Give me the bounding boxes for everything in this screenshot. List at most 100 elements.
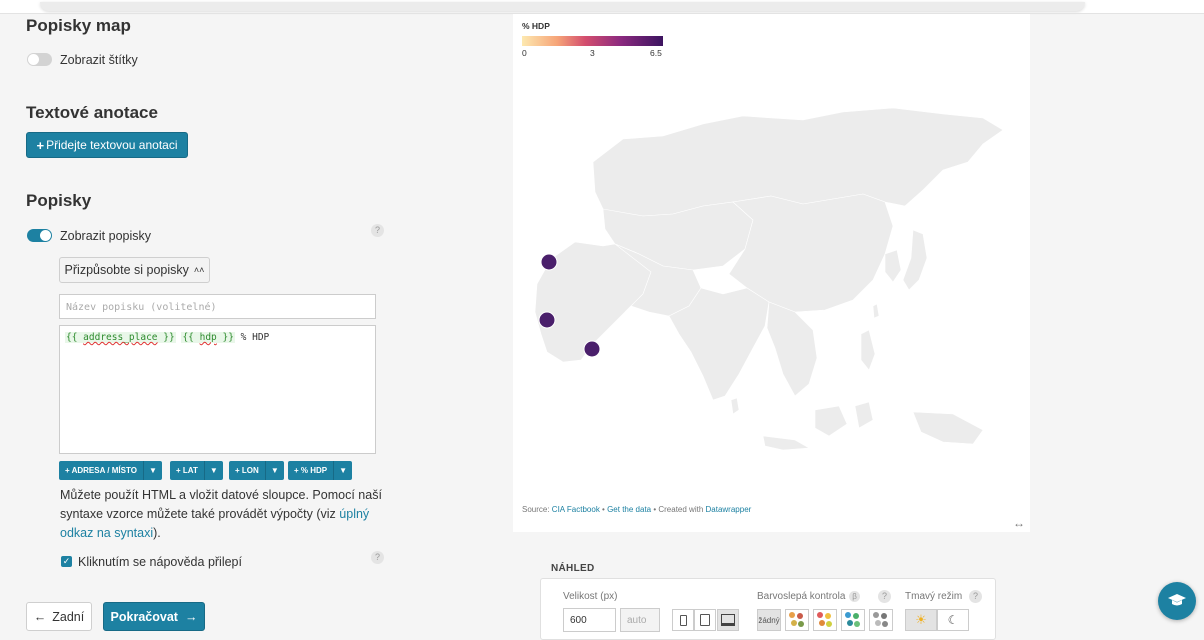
insert-address-label: + ADRESA / MÍSTO [59, 461, 143, 480]
add-text-annotation-button[interactable]: + Přidejte textovou anotaci [26, 132, 188, 158]
light-mode-button[interactable]: ☀ [905, 609, 937, 631]
source-link[interactable]: CIA Factbook [552, 505, 600, 514]
template-token: {{ hdp }} [181, 332, 235, 343]
insert-lon-label: + LON [229, 461, 265, 480]
tooltips-heading: Popisky [26, 191, 92, 210]
mobile-view-button[interactable] [672, 609, 694, 631]
colorblind-dots-icon [873, 612, 889, 628]
sun-icon: ☀ [915, 612, 927, 627]
colorblind-dots-icon [789, 612, 805, 628]
map-marker[interactable] [538, 311, 556, 329]
show-labels-label: Zobrazit štítky [60, 53, 138, 67]
continue-button[interactable]: Pokračovat → [103, 602, 205, 631]
insert-hdp-label: + % HDP [288, 461, 334, 480]
help-center-button[interactable] [1158, 582, 1196, 620]
help-icon[interactable]: ? [371, 551, 384, 564]
map-marker[interactable] [583, 340, 601, 358]
back-button[interactable]: ← Zadní [26, 602, 92, 631]
tablet-view-button[interactable] [694, 609, 716, 631]
region-southeast-asia [766, 301, 818, 397]
insert-lon-button[interactable]: + LON ▼ [229, 461, 284, 480]
preview-heading: NÁHLED [551, 563, 595, 574]
created-with-text: Created with [658, 505, 706, 514]
dark-mode-button[interactable]: ☾ [937, 609, 969, 631]
graduation-cap-icon [1168, 594, 1186, 606]
insert-lat-button[interactable]: + LAT ▼ [170, 461, 223, 480]
desktop-view-button[interactable] [717, 609, 739, 631]
caret-down-icon[interactable]: ▼ [264, 461, 284, 480]
colorblind-dots-icon [817, 612, 833, 628]
moon-icon: ☾ [947, 613, 959, 627]
add-text-annotation-label: Přidejte textovou anotaci [46, 138, 178, 152]
tooltip-body-editor[interactable]: {{ address_place }} {{ hdp }} % HDP [59, 325, 376, 454]
datawrapper-link[interactable]: Datawrapper [706, 505, 752, 514]
size-label: Velikost (px) [563, 591, 618, 602]
phone-icon [679, 614, 687, 626]
asia-map [534, 107, 1004, 451]
scrollbar-shade [40, 2, 1085, 11]
region-papua [912, 411, 984, 445]
help-icon[interactable]: ? [969, 590, 982, 603]
tooltip-title-input[interactable]: Název popisku (volitelné) [59, 294, 376, 319]
show-tooltips-label: Zobrazit popisky [60, 229, 152, 243]
region-taiwan [872, 303, 880, 319]
caret-down-icon[interactable]: ▼ [333, 461, 353, 480]
legend-title: % HDP [522, 21, 550, 31]
continue-label: Pokračovat [110, 609, 178, 624]
region-japan [902, 229, 928, 291]
syntax-help-part: Můžete použít HTML a vložit datové sloup… [60, 488, 382, 521]
region-indonesia-1 [762, 435, 810, 451]
insert-address-button[interactable]: + ADRESA / MÍSTO ▼ [59, 461, 162, 480]
colorblind-none-label: žádný [758, 615, 780, 625]
height-auto-input[interactable]: auto [620, 608, 660, 632]
preview-controls: Velikost (px) 600 auto Barvoslepá kontro… [540, 578, 996, 640]
text-annotations-heading: Textové anotace [26, 103, 158, 122]
colorblind-none-button[interactable]: žádný [757, 609, 781, 631]
colorblind-label: Barvoslepá kontrola [757, 591, 846, 602]
map-source-line: Source: CIA Factbook • Get the data • Cr… [522, 505, 751, 514]
region-korea [884, 249, 902, 283]
get-data-link[interactable]: Get the data [607, 505, 651, 514]
source-prefix: Source: [522, 505, 552, 514]
arrow-left-icon: ← [33, 609, 47, 624]
region-sri-lanka [730, 397, 740, 415]
sticky-tooltip-checkbox[interactable]: ✓ [61, 556, 72, 567]
sticky-tooltip-label: Kliknutím se nápověda přilepí [78, 555, 242, 569]
tritanopia-button[interactable] [841, 609, 865, 631]
show-labels-toggle[interactable] [27, 53, 52, 66]
region-russia [592, 107, 1004, 217]
customize-tooltips-button[interactable]: Přizpůsobte si popisky ˄˄ [59, 257, 210, 283]
insert-lat-label: + LAT [170, 461, 204, 480]
caret-down-icon[interactable]: ▼ [142, 461, 162, 480]
region-indonesia-2 [814, 405, 848, 437]
plus-icon: + [36, 137, 45, 153]
protanopia-button[interactable] [785, 609, 809, 631]
map-marker[interactable] [540, 253, 558, 271]
template-suffix: % HDP [234, 332, 270, 343]
token-name: hdp [199, 332, 217, 343]
region-indonesia-3 [854, 401, 874, 429]
caret-down-icon[interactable]: ▼ [203, 461, 223, 480]
separator: • [599, 505, 608, 514]
token-open: {{ [182, 332, 200, 343]
browser-top-edge [0, 0, 1204, 14]
region-philippines [860, 329, 876, 371]
arrow-right-icon: → [184, 609, 198, 624]
deuteranopia-button[interactable] [813, 609, 837, 631]
colorblind-dots-icon [845, 612, 861, 628]
show-tooltips-toggle[interactable] [27, 229, 52, 242]
insert-hdp-button[interactable]: + % HDP ▼ [288, 461, 353, 480]
token-close: }} [157, 332, 175, 343]
map-labels-heading: Popisky map [26, 16, 131, 35]
token-name: address_place [83, 332, 158, 343]
resize-icon[interactable]: ↔ [1013, 516, 1025, 530]
grayscale-button[interactable] [869, 609, 893, 631]
beta-icon: β [849, 591, 860, 602]
customize-tooltips-label: Přizpůsobte si popisky [64, 263, 189, 277]
help-icon[interactable]: ? [371, 224, 384, 237]
width-input[interactable]: 600 [563, 608, 616, 632]
template-token: {{ address_place }} [65, 332, 176, 343]
help-icon[interactable]: ? [878, 590, 891, 603]
syntax-help-part: ). [153, 526, 161, 540]
monitor-icon [721, 614, 735, 626]
